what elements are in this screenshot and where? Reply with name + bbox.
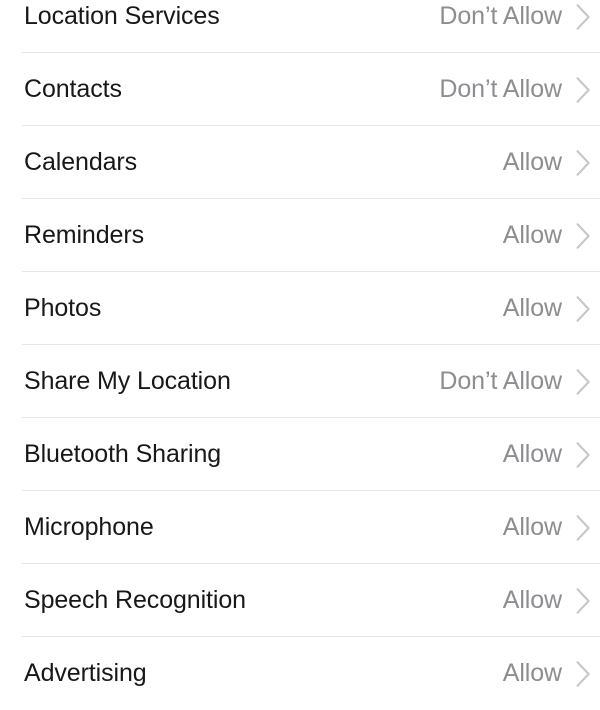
settings-row-value: Allow — [503, 223, 562, 248]
settings-row-value: Allow — [503, 515, 562, 540]
settings-row-label: Bluetooth Sharing — [24, 442, 503, 467]
settings-row-label: Calendars — [24, 150, 503, 175]
settings-row-label: Photos — [24, 296, 503, 321]
settings-row-value: Don’t Allow — [439, 4, 562, 29]
settings-row-value: Don’t Allow — [439, 369, 562, 394]
chevron-right-icon — [576, 440, 598, 470]
chevron-right-icon — [576, 2, 598, 32]
settings-row-calendars[interactable]: Calendars Allow — [0, 126, 600, 199]
settings-row-reminders[interactable]: Reminders Allow — [0, 199, 600, 272]
settings-row-label: Location Services — [24, 4, 439, 29]
chevron-right-icon — [576, 586, 598, 616]
chevron-right-icon — [576, 75, 598, 105]
chevron-right-icon — [576, 513, 598, 543]
settings-row-advertising[interactable]: Advertising Allow — [0, 637, 600, 710]
settings-row-label: Microphone — [24, 515, 503, 540]
settings-row-microphone[interactable]: Microphone Allow — [0, 491, 600, 564]
settings-row-value: Allow — [503, 661, 562, 686]
chevron-right-icon — [576, 148, 598, 178]
settings-row-value: Allow — [503, 588, 562, 613]
settings-row-speech-recognition[interactable]: Speech Recognition Allow — [0, 564, 600, 637]
chevron-right-icon — [576, 367, 598, 397]
settings-row-label: Speech Recognition — [24, 588, 503, 613]
settings-row-value: Don’t Allow — [439, 77, 562, 102]
settings-row-share-my-location[interactable]: Share My Location Don’t Allow — [0, 345, 600, 418]
settings-row-value: Allow — [503, 150, 562, 175]
settings-row-label: Reminders — [24, 223, 503, 248]
settings-row-photos[interactable]: Photos Allow — [0, 272, 600, 345]
settings-row-value: Allow — [503, 296, 562, 321]
settings-row-location-services[interactable]: Location Services Don’t Allow — [0, 0, 600, 53]
chevron-right-icon — [576, 221, 598, 251]
chevron-right-icon — [576, 294, 598, 324]
privacy-settings-list: Location Services Don’t Allow Contacts D… — [0, 0, 600, 710]
settings-row-label: Contacts — [24, 77, 439, 102]
settings-row-label: Share My Location — [24, 369, 439, 394]
settings-row-contacts[interactable]: Contacts Don’t Allow — [0, 53, 600, 126]
settings-row-label: Advertising — [24, 661, 503, 686]
settings-row-value: Allow — [503, 442, 562, 467]
settings-row-bluetooth-sharing[interactable]: Bluetooth Sharing Allow — [0, 418, 600, 491]
chevron-right-icon — [576, 659, 598, 689]
